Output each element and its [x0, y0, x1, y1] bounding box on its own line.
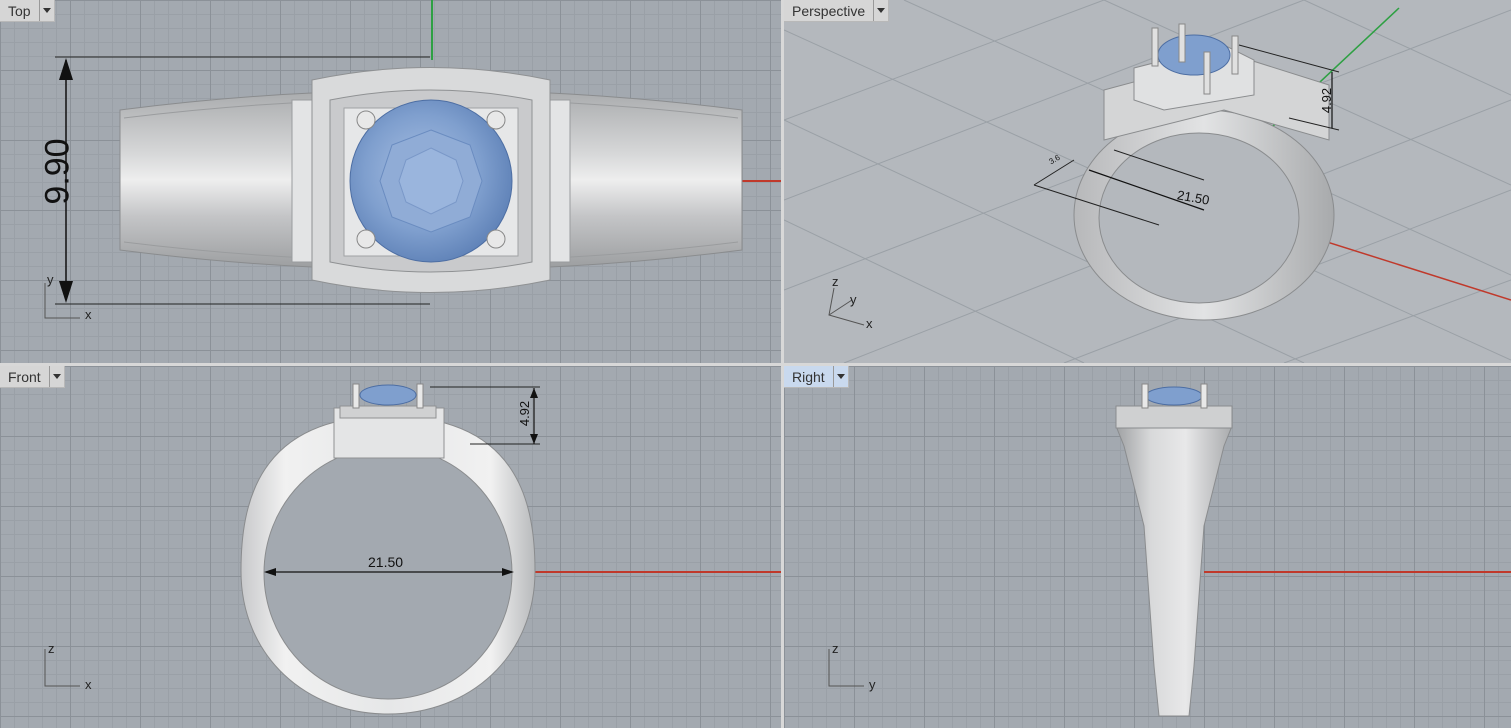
- chevron-down-icon[interactable]: [873, 0, 888, 21]
- viewport-tab-perspective[interactable]: Perspective: [784, 0, 890, 22]
- viewport-label: Top: [8, 2, 31, 19]
- dimension-label: 4.92: [517, 400, 533, 427]
- prong: [356, 229, 376, 249]
- prong: [352, 383, 360, 409]
- axis-label-y: y: [47, 272, 54, 287]
- axis-label-x: x: [85, 677, 92, 692]
- top-view-scene: [44, 0, 781, 319]
- axis-label-z: z: [832, 274, 839, 289]
- prong: [486, 229, 506, 249]
- viewport-right[interactable]: Right z y: [784, 366, 1511, 728]
- viewport-front[interactable]: Front 4.92 21.50 z x: [0, 366, 781, 728]
- ring-head: [1115, 405, 1233, 429]
- chevron-down-icon[interactable]: [48, 366, 64, 387]
- viewport-tab-right[interactable]: Right: [784, 366, 849, 388]
- prong: [1200, 383, 1208, 409]
- front-view-scene: [44, 383, 781, 715]
- viewport-label: Front: [8, 368, 41, 385]
- perspective-view-scene: [784, 0, 1511, 363]
- axis-icon: [828, 287, 865, 326]
- axis-label-z: z: [832, 641, 839, 656]
- axis-label-z: z: [48, 641, 55, 656]
- axis-label-x: x: [85, 307, 92, 322]
- prong: [1231, 35, 1239, 75]
- dimension-label: 21.50: [368, 554, 404, 570]
- gemstone: [1145, 386, 1203, 406]
- axis-label-y: y: [869, 677, 876, 692]
- prong: [1203, 51, 1211, 95]
- viewport-layout: Top 9.90 y x Perspective 4.92 21.50 3.6 …: [0, 0, 1511, 728]
- chevron-down-icon[interactable]: [832, 366, 848, 387]
- gemstone: [1157, 34, 1231, 76]
- prong: [486, 110, 506, 130]
- prong: [1151, 27, 1159, 67]
- prong: [1141, 383, 1149, 409]
- viewport-perspective[interactable]: Perspective 4.92 21.50 3.6 z y x: [784, 0, 1511, 363]
- viewport-tab-front[interactable]: Front: [0, 366, 65, 388]
- viewport-top[interactable]: Top 9.90 y x: [0, 0, 781, 363]
- dimension-label: 4.92: [1319, 87, 1335, 114]
- chevron-down-icon[interactable]: [38, 0, 54, 21]
- viewport-tab-top[interactable]: Top: [0, 0, 55, 22]
- gemstone: [359, 384, 417, 406]
- viewport-label: Right: [792, 368, 825, 385]
- prong: [416, 383, 424, 409]
- prong: [1178, 23, 1186, 63]
- axis-label-y: y: [850, 292, 857, 307]
- axis-label-x: x: [866, 316, 873, 331]
- dimension-label: 9.90: [38, 138, 77, 205]
- viewport-label: Perspective: [792, 2, 866, 19]
- right-view-scene: [828, 383, 1511, 717]
- prong: [356, 110, 376, 130]
